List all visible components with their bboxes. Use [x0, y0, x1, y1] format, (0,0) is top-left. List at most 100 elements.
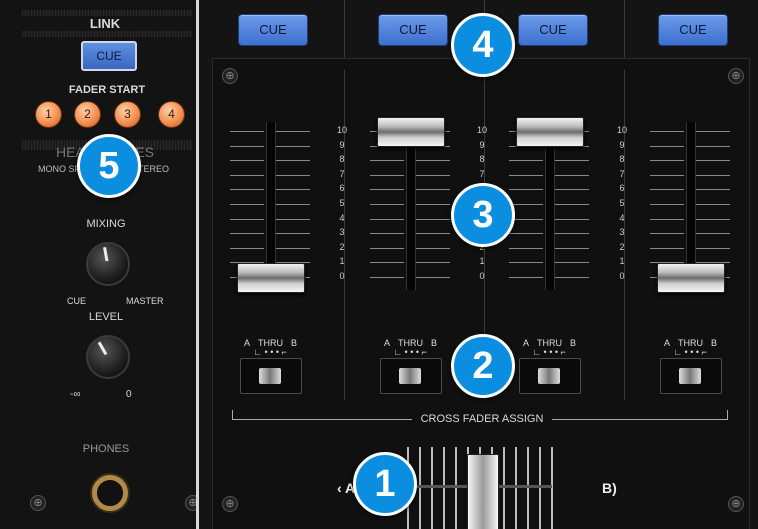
fader-tick: [416, 247, 450, 249]
fader-tick: [230, 204, 264, 205]
screw-icon: ⊕: [222, 496, 238, 512]
mixing-master-label: MASTER: [126, 296, 164, 306]
channel-2-fader-knob[interactable]: [377, 117, 445, 147]
switch-lever[interactable]: [679, 368, 701, 384]
fader-scale-number: 5: [339, 198, 345, 208]
fader-tick: [230, 160, 264, 162]
fader-start-button-4[interactable]: 4: [158, 101, 185, 128]
fader-tick: [276, 247, 310, 249]
fader-tick: [650, 174, 684, 176]
fader-tick: [696, 218, 730, 220]
fader-tick: [509, 174, 543, 176]
fader-tick: [650, 247, 684, 249]
channel-2-assign-switch[interactable]: [380, 358, 442, 394]
assign-bracket: [727, 410, 728, 420]
level-knob[interactable]: [86, 335, 130, 379]
fader-scale-number: 0: [339, 271, 345, 281]
fader-scale-number: 2: [619, 241, 625, 252]
phones-jack[interactable]: [92, 475, 128, 511]
channel-3-assign-switch[interactable]: [519, 358, 581, 394]
fader-start-button-2[interactable]: 2: [74, 101, 101, 128]
switch-lever[interactable]: [399, 368, 421, 384]
fader-tick: [370, 174, 404, 176]
channel-4-fader-knob[interactable]: [657, 263, 725, 293]
channel-3-cue-button[interactable]: CUE: [518, 14, 588, 46]
fader-tick: [276, 204, 310, 205]
fader-scale-number: 10: [616, 125, 627, 135]
channel-4-assign-switch[interactable]: [660, 358, 722, 394]
fader-tick: [230, 218, 264, 220]
switch-lever[interactable]: [538, 368, 560, 384]
channel-4-cue-button[interactable]: CUE: [658, 14, 728, 46]
mixing-title: MIXING: [86, 218, 126, 230]
fader-tick: [696, 247, 730, 249]
crossfader-knob[interactable]: [467, 454, 499, 529]
fader-tick: [276, 174, 310, 176]
fader-scale-number: 1: [619, 256, 625, 267]
fader-tick: [650, 233, 684, 235]
fader-tick: [650, 145, 684, 147]
fader-start-button-1[interactable]: 1: [35, 101, 62, 128]
fader-tick: [555, 277, 589, 278]
fader-scale-number: 7: [479, 168, 485, 179]
fader-tick: [696, 131, 730, 132]
callout-marker-3: 3: [451, 183, 515, 247]
screw-icon: ⊕: [30, 495, 46, 511]
fader-tick: [555, 189, 589, 191]
fader-tick: [555, 174, 589, 176]
fader-tick: [509, 262, 543, 264]
fader-tick: [416, 189, 450, 191]
thru-dots: ∟ • • • ⌐: [673, 347, 707, 357]
fader-scale-number: 1: [479, 256, 485, 267]
fader-scale-number: 3: [339, 227, 345, 238]
fader-tick: [555, 262, 589, 264]
fader-tick: [555, 233, 589, 235]
fader-scale-number: 4: [619, 212, 625, 223]
channel-2-cue-button[interactable]: CUE: [378, 14, 448, 46]
link-cue-button[interactable]: CUE: [81, 41, 137, 71]
fader-tick: [509, 247, 543, 249]
thru-dots: ∟ • • • ⌐: [532, 347, 566, 357]
fader-tick: [555, 160, 589, 162]
channel-3-fader-track: [545, 122, 555, 290]
link-title: LINK: [89, 16, 121, 31]
fader-tick: [696, 233, 730, 235]
fader-tick: [416, 233, 450, 235]
fader-scale-number: 10: [336, 125, 347, 135]
fader-tick: [230, 189, 264, 191]
fader-tick: [509, 277, 543, 278]
mixing-cue-label: CUE: [67, 296, 87, 306]
channel-1-cue-button[interactable]: CUE: [238, 14, 308, 46]
channel-1-fader-knob[interactable]: [237, 263, 305, 293]
fader-tick: [650, 160, 684, 162]
fader-tick: [509, 204, 543, 205]
fader-tick: [696, 145, 730, 147]
callout-marker-1: 1: [353, 452, 417, 516]
thru-dots: ∟ • • • ⌐: [253, 347, 287, 357]
fader-tick: [370, 204, 404, 205]
fader-tick: [370, 160, 404, 162]
assign-bracket: [552, 419, 728, 420]
fader-scale-number: 9: [619, 139, 625, 150]
channel-separator: [624, 0, 625, 58]
mixing-knob[interactable]: [86, 242, 130, 286]
fader-tick: [230, 145, 264, 147]
fader-scale-number: 5: [619, 198, 625, 208]
fader-scale-number: 6: [619, 183, 625, 194]
channel-3-fader-knob[interactable]: [516, 117, 584, 147]
channel-1-assign-switch[interactable]: [240, 358, 302, 394]
fader-scale-number: 8: [619, 154, 625, 165]
fader-tick: [696, 204, 730, 205]
fader-tick: [230, 174, 264, 176]
fader-start-button-3[interactable]: 3: [114, 101, 141, 128]
mixer-screenshot: LINK CUE FADER START 1 2 3 4 HEADPHONES …: [0, 0, 758, 529]
screw-icon: ⊕: [728, 496, 744, 512]
switch-lever[interactable]: [259, 368, 281, 384]
speaker-grille: [22, 31, 192, 37]
assign-bracket: [232, 419, 412, 420]
channel-2-fader-track: [406, 122, 416, 290]
fader-tick: [230, 131, 264, 132]
fader-tick: [416, 218, 450, 220]
fader-tick: [370, 189, 404, 191]
fader-scale-number: 6: [339, 183, 345, 194]
